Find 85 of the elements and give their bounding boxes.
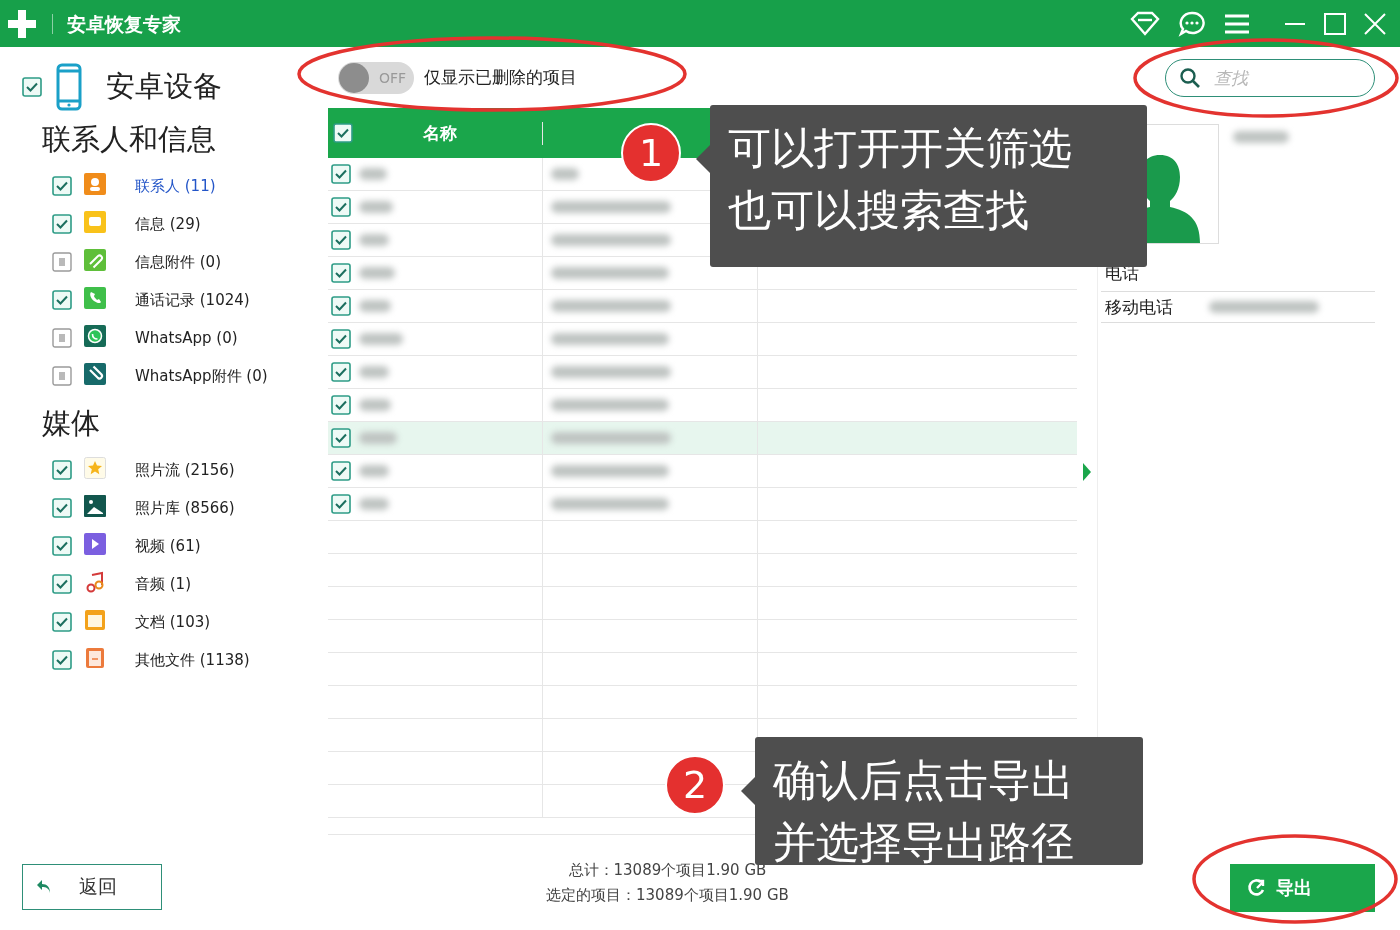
checkbox[interactable] <box>52 290 72 310</box>
callout-text: 也可以搜索查找 <box>728 184 1030 237</box>
blurred-text <box>359 300 391 312</box>
blurred-text <box>551 168 579 180</box>
music-note-icon <box>84 571 106 593</box>
step-badge: 1 <box>621 123 681 183</box>
phone-icon <box>56 63 82 111</box>
back-button[interactable]: 返回 <box>22 864 162 910</box>
category-item[interactable]: 照片流 (2156) <box>135 460 235 480</box>
group-title: 媒体 <box>42 405 101 442</box>
chat-bubble-icon <box>84 325 106 347</box>
category-item[interactable]: 信息 (29) <box>135 214 201 234</box>
checkbox[interactable] <box>331 461 351 481</box>
checkbox[interactable] <box>52 252 72 272</box>
blurred-text <box>359 201 393 213</box>
checkbox[interactable] <box>52 328 72 348</box>
checkbox[interactable] <box>333 123 353 143</box>
category-item[interactable]: 通话记录 (1024) <box>135 290 250 310</box>
checkbox[interactable] <box>331 296 351 316</box>
checkbox[interactable] <box>52 498 72 518</box>
search-field[interactable]: 查找 <box>1165 58 1375 97</box>
category-item[interactable]: 文档 (103) <box>135 612 211 632</box>
landscape-icon <box>84 495 106 517</box>
category-item[interactable]: 照片库 (8566) <box>135 498 235 518</box>
checkbox[interactable] <box>52 574 72 594</box>
callout-text: 确认后点击导出 <box>773 754 1075 807</box>
checkbox[interactable] <box>331 494 351 514</box>
checkbox[interactable] <box>331 164 351 184</box>
category-item[interactable]: 音频 (1) <box>135 574 191 594</box>
paperclip-icon <box>84 363 106 385</box>
blurred-text <box>359 366 389 378</box>
category-item[interactable]: 其他文件 (1138) <box>135 650 250 670</box>
group-title: 联系人和信息 <box>42 121 217 158</box>
blurred-text <box>1233 131 1289 143</box>
blurred-text <box>359 168 387 180</box>
checkbox[interactable] <box>52 366 72 386</box>
play-icon <box>84 533 106 555</box>
blurred-text <box>359 333 403 345</box>
category-item[interactable]: 信息附件 (0) <box>135 252 221 272</box>
checkbox[interactable] <box>331 329 351 349</box>
paperclip-icon <box>84 249 106 271</box>
callout-text: 并选择导出路径 <box>773 816 1075 869</box>
folder-icon <box>84 609 106 631</box>
blurred-text <box>359 498 389 510</box>
message-icon <box>84 211 106 233</box>
category-item[interactable]: WhatsApp (0) <box>135 329 238 347</box>
blurred-text <box>359 267 395 279</box>
blurred-text <box>359 465 389 477</box>
plus-logo-icon <box>6 7 38 40</box>
category-item[interactable]: 视频 (61) <box>135 536 201 556</box>
callout-text: 可以打开开关筛选 <box>728 122 1073 175</box>
person-card-icon <box>84 173 106 195</box>
checkbox[interactable] <box>331 362 351 382</box>
checkbox[interactable] <box>331 230 351 250</box>
checkbox[interactable] <box>52 612 72 632</box>
document-icon <box>84 647 106 669</box>
search-icon <box>1179 66 1201 89</box>
menu-icon[interactable] <box>1224 12 1250 35</box>
checkbox[interactable] <box>331 395 351 415</box>
category-item[interactable]: WhatsApp附件 (0) <box>135 366 268 386</box>
close-icon[interactable] <box>1364 12 1386 35</box>
diamond-icon[interactable] <box>1130 10 1160 37</box>
checkbox[interactable] <box>52 650 72 670</box>
maximize-icon[interactable] <box>1324 12 1346 35</box>
step-badge: 2 <box>665 755 725 815</box>
checkbox[interactable] <box>331 263 351 283</box>
checkbox[interactable] <box>52 536 72 556</box>
phone-icon <box>84 287 106 309</box>
checkbox[interactable] <box>52 176 72 196</box>
window-title: 安卓恢复专家 <box>52 13 181 34</box>
blurred-text <box>359 432 397 444</box>
checkbox[interactable] <box>331 197 351 217</box>
chat-icon[interactable] <box>1178 9 1206 38</box>
field-label: 移动电话 <box>1105 295 1173 319</box>
device-title: 安卓设备 <box>106 68 222 105</box>
checkbox[interactable] <box>52 460 72 480</box>
checkbox[interactable] <box>52 214 72 234</box>
checkbox[interactable] <box>22 77 42 97</box>
expand-arrow-icon[interactable] <box>1082 461 1092 482</box>
filter-label: 仅显示已删除的项目 <box>424 66 577 89</box>
blurred-text <box>359 234 389 246</box>
checkbox[interactable] <box>331 428 351 448</box>
selected-summary: 选定的项目：13089个项目1.90 GB <box>546 885 789 905</box>
blurred-text <box>359 399 391 411</box>
category-item[interactable]: 联系人 (11) <box>135 176 216 196</box>
